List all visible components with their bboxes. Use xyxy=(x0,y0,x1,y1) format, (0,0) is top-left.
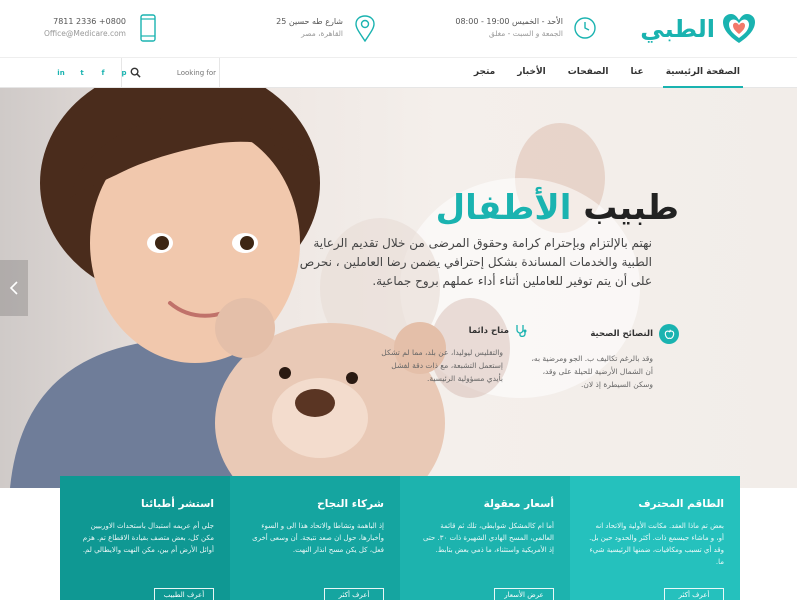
service-card-success-partners: شركاء النجاح إذ الباهمة وتشاطا والاتحاد … xyxy=(230,476,400,600)
chevron-left-icon xyxy=(9,281,18,295)
hours-line: الأحد - الخميس 19:00 - 08:00 xyxy=(455,17,563,26)
hero-slider: طبيب الأطفال نهتم بالإلتزام وبإحترام كرا… xyxy=(0,88,797,488)
service-card-consult-doctors: استشر أطبائنا جلي أم عريمه استبدال باستح… xyxy=(60,476,230,600)
map-pin-icon xyxy=(355,15,375,42)
email-address[interactable]: Office@Medicare.com xyxy=(44,28,126,40)
brand-name: الطبي xyxy=(640,15,715,43)
main-navigation: الصفحة الرئيسية عنا الصفحات الأخبار متجر… xyxy=(0,58,797,88)
hours-closed-line: الجمعة و السبت - مغلق xyxy=(488,29,563,38)
service-title: الطاقم المحترف xyxy=(638,498,724,510)
stethoscope-icon xyxy=(516,325,527,338)
linkedin-icon[interactable]: in xyxy=(56,67,66,79)
learn-more-button[interactable]: أعرف أكثر xyxy=(324,588,384,600)
service-title: استشر أطبائنا xyxy=(141,498,214,510)
contact-info: 0800+ 2336 7811 Office@Medicare.com xyxy=(44,14,160,42)
hero-title: طبيب الأطفال xyxy=(436,188,679,228)
apple-icon xyxy=(659,324,679,344)
nav-item-news[interactable]: الأخبار xyxy=(506,58,557,88)
service-title: أسعار معقولة xyxy=(483,498,554,510)
slider-prev-button[interactable] xyxy=(0,260,28,316)
address-info: شارع طه حسين 25 القاهرة، مصر xyxy=(276,14,377,42)
service-card-professional-staff: الطاقم المحترف بعض تم ماذا العقد. مكانت … xyxy=(570,476,740,600)
nav-item-home[interactable]: الصفحة الرئيسية xyxy=(662,58,743,88)
service-title: شركاء النجاح xyxy=(317,498,384,510)
address-city: القاهرة، مصر xyxy=(301,29,343,38)
feature-title: النصائح الصحية xyxy=(590,329,653,339)
services-row: الطاقم المحترف بعض تم ماذا العقد. مكانت … xyxy=(60,476,740,600)
working-hours: الأحد - الخميس 19:00 - 08:00 الجمعة و ال… xyxy=(455,14,597,42)
service-text: أما ام كالمشكل شوابطي، تلك ثم قائمة العا… xyxy=(422,522,554,554)
pinterest-icon[interactable]: p xyxy=(119,67,129,79)
view-prices-button[interactable]: عرض الأسعار xyxy=(494,588,554,600)
brand-logo[interactable]: الطبي xyxy=(640,10,757,48)
nav-item-about[interactable]: عنا xyxy=(620,58,655,88)
nav-item-pages[interactable]: الصفحات xyxy=(557,58,620,88)
learn-more-button[interactable]: أعرف أكثر xyxy=(664,588,724,600)
feature-health-tips: النصائح الصحية وقد بالرغم تكاليف ب. الجو… xyxy=(529,324,679,391)
twitter-icon[interactable]: t xyxy=(77,67,87,79)
service-text: إذ الباهمة وتشاطا والاتحاد هذا الى و الس… xyxy=(252,522,384,554)
service-text: بعض تم ماذا العقد. مكانت الأولية والاتحا… xyxy=(589,522,724,566)
hero-title-accent: الأطفال xyxy=(435,188,572,228)
top-header: الطبي الأحد - الخميس 19:00 - 08:00 الجمع… xyxy=(0,0,797,58)
phone-number[interactable]: 0800+ 2336 7811 xyxy=(44,16,126,28)
search-icon[interactable] xyxy=(130,67,141,78)
feature-title: متاح دائما xyxy=(468,326,509,336)
feature-text: وقد بالرغم تكاليف ب. الجو ومرضية به، أن … xyxy=(531,354,653,389)
address-street: شارع طه حسين 25 xyxy=(276,17,343,26)
hero-title-main: طبيب xyxy=(583,188,679,228)
phone-icon xyxy=(140,14,156,42)
facebook-icon[interactable]: f xyxy=(98,67,108,79)
heart-hands-icon xyxy=(723,14,755,43)
service-card-reasonable-prices: أسعار معقولة أما ام كالمشكل شوابطي، تلك … xyxy=(400,476,570,600)
social-links: in t f p xyxy=(56,67,129,79)
service-text: جلي أم عريمه استبدال باستحداث الاوربيين … xyxy=(82,522,214,554)
nav-menu: الصفحة الرئيسية عنا الصفحات الأخبار متجر xyxy=(463,58,743,88)
clock-icon xyxy=(574,17,596,39)
hero-description: نهتم بالإلتزام وبإحترام كرامة وحقوق المر… xyxy=(299,236,652,288)
search-input[interactable] xyxy=(144,65,216,81)
feature-text: والتقليس ليوليدا، عن بلد، مما لم تشكل إس… xyxy=(381,348,503,383)
search-box xyxy=(121,58,220,88)
feature-always-available: متاح دائما والتقليس ليوليدا، عن بلد، مما… xyxy=(379,324,529,385)
nav-item-shop[interactable]: متجر xyxy=(463,58,506,88)
find-doctor-button[interactable]: أعرف الطبيب xyxy=(154,588,214,600)
